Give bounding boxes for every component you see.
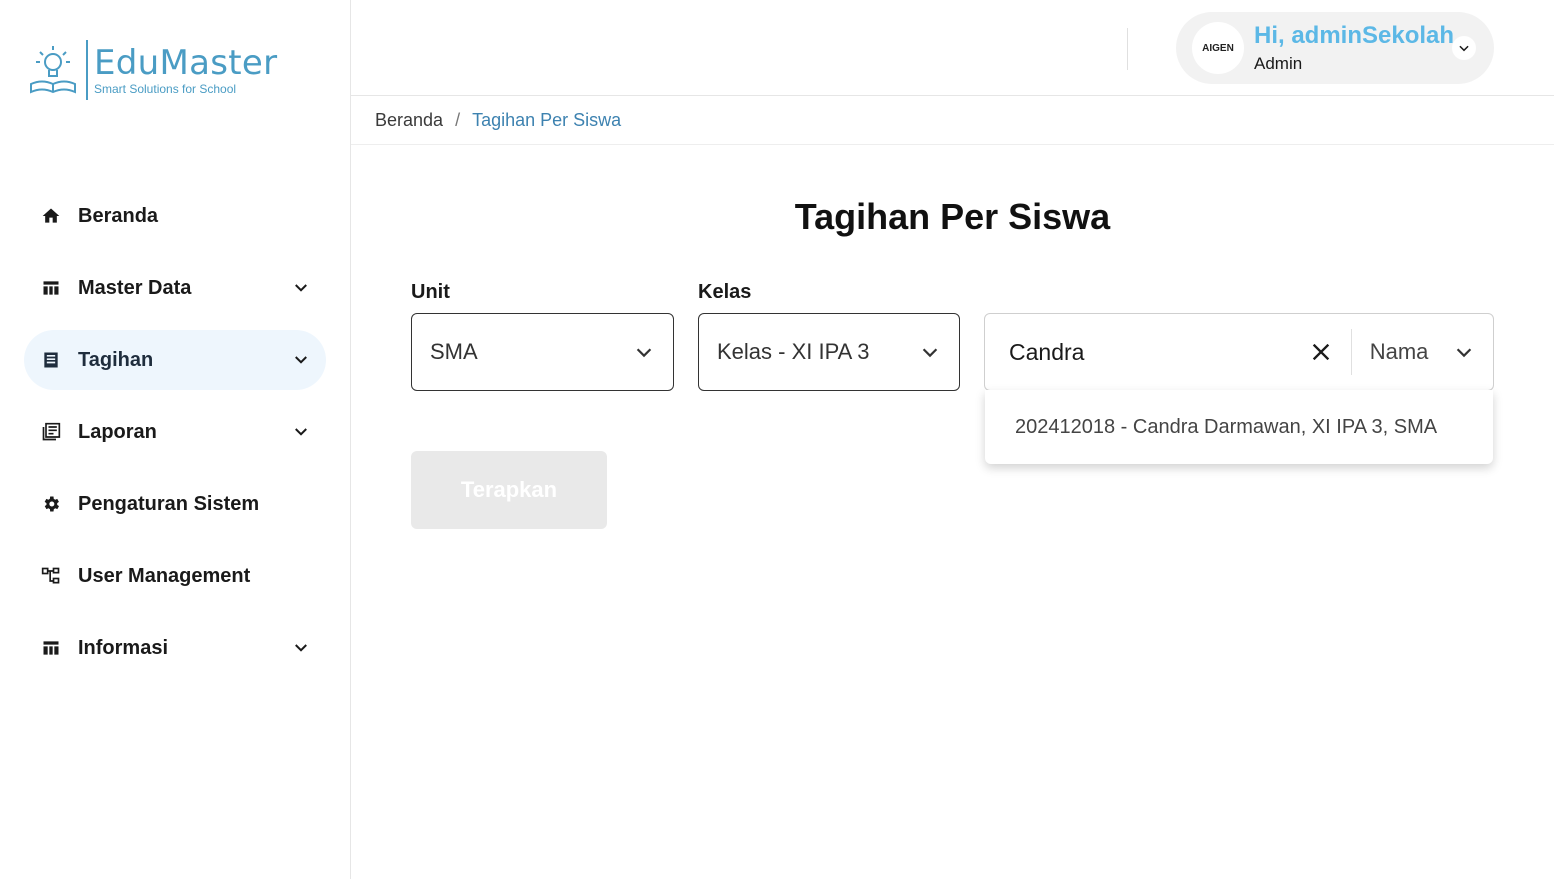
brand-name: EduMaster (94, 43, 278, 83)
chevron-down-icon (295, 644, 307, 652)
chevron-down-icon (295, 284, 307, 292)
sidebar-item-label: Beranda (78, 204, 159, 227)
breadcrumb-separator: / (455, 109, 461, 130)
user-greeting: Hi, adminSekolah (1254, 22, 1455, 49)
logo-divider (86, 40, 88, 100)
sidebar: EduMaster Smart Solutions for School Ber… (0, 0, 351, 879)
sidebar-item-informasi[interactable]: Informasi (24, 618, 326, 678)
sidebar-item-label: Pengaturan Sistem (78, 492, 260, 515)
topbar: AIGEN Hi, adminSekolah Admin (351, 0, 1554, 96)
student-search: Nama (984, 313, 1494, 391)
brand-logo[interactable]: EduMaster Smart Solutions for School (28, 40, 277, 100)
sidebar-item-user-management[interactable]: User Management (24, 546, 326, 606)
sidebar-item-laporan[interactable]: Laporan (24, 402, 326, 462)
kelas-select[interactable]: Kelas - XI IPA 3 (698, 313, 960, 391)
apply-button[interactable]: Terapkan (411, 451, 607, 529)
search-suggestion-list: 202412018 - Candra Darmawan, XI IPA 3, S… (985, 390, 1493, 464)
kelas-label: Kelas (698, 281, 752, 303)
hierarchy-icon (40, 565, 62, 587)
unit-select-value: SMA (430, 339, 478, 364)
search-suggestion-item[interactable]: 202412018 - Candra Darmawan, XI IPA 3, S… (1015, 416, 1437, 439)
sidebar-item-label: User Management (78, 564, 251, 587)
topbar-divider (1127, 28, 1128, 70)
user-menu[interactable]: AIGEN Hi, adminSekolah Admin (1176, 12, 1494, 84)
sidebar-item-label: Informasi (78, 636, 169, 659)
chevron-down-icon (636, 348, 652, 358)
chevron-down-icon[interactable] (1452, 36, 1476, 60)
table-icon (40, 637, 62, 659)
clear-icon[interactable] (1305, 332, 1337, 372)
search-type-select[interactable]: Nama (1352, 339, 1493, 365)
sidebar-item-tagihan[interactable]: Tagihan (24, 330, 326, 390)
avatar-logo-text: AIGEN (1202, 42, 1234, 54)
student-search-input[interactable] (985, 322, 1305, 382)
chevron-down-icon (1456, 348, 1472, 358)
sidebar-nav: Beranda Master Data Tagihan Laporan Peng… (24, 186, 326, 690)
list-icon (40, 349, 62, 371)
breadcrumb-current: Tagihan Per Siswa (472, 109, 622, 130)
breadcrumb: Beranda / Tagihan Per Siswa (351, 96, 1554, 145)
avatar: AIGEN (1192, 22, 1244, 74)
brand-tagline: Smart Solutions for School (94, 82, 237, 96)
chevron-down-icon (295, 356, 307, 364)
page-title: Tagihan Per Siswa (794, 196, 1111, 237)
breadcrumb-home[interactable]: Beranda (375, 110, 443, 131)
sidebar-item-label: Laporan (78, 420, 157, 443)
table-icon (40, 277, 62, 299)
kelas-select-value: Kelas - XI IPA 3 (717, 339, 870, 364)
user-role: Admin (1254, 54, 1303, 73)
sidebar-item-master-data[interactable]: Master Data (24, 258, 326, 318)
chevron-down-icon (295, 428, 307, 436)
home-icon (40, 205, 62, 227)
library-icon (40, 421, 62, 443)
sidebar-item-label: Master Data (78, 276, 192, 299)
sidebar-item-beranda[interactable]: Beranda (24, 186, 326, 246)
gear-icon (40, 493, 62, 515)
chevron-down-icon (922, 348, 938, 358)
search-type-value: Nama (1369, 339, 1429, 364)
unit-label: Unit (411, 281, 450, 303)
sidebar-item-pengaturan-sistem[interactable]: Pengaturan Sistem (24, 474, 326, 534)
unit-select[interactable]: SMA (411, 313, 674, 391)
lightbulb-book-icon (30, 46, 76, 94)
sidebar-item-label: Tagihan (78, 348, 154, 371)
